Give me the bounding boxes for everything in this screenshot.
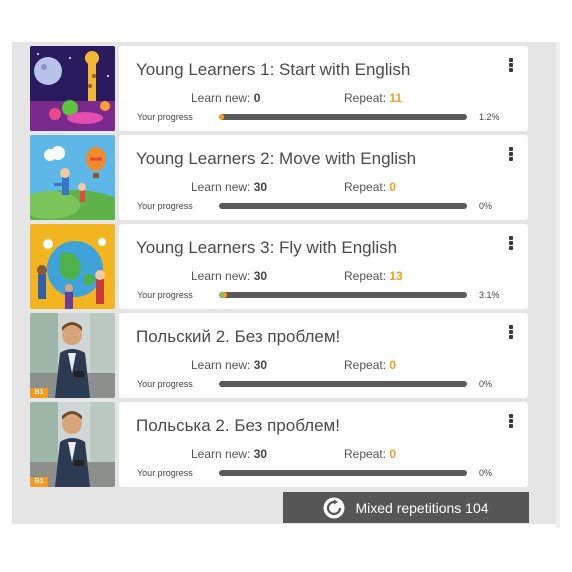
more-options-icon[interactable] — [507, 323, 515, 343]
progress-bar — [219, 292, 467, 298]
progress-fill — [219, 114, 224, 120]
more-options-icon[interactable] — [507, 56, 515, 76]
repeat-stat: Repeat: 0 — [344, 180, 397, 194]
repeat-stat: Repeat: 13 — [344, 269, 403, 283]
progress-bar — [219, 203, 467, 209]
learn-new-stat: Learn new: 30 — [191, 358, 268, 372]
course-item[interactable]: Young Learners 3: Fly with English Learn… — [28, 224, 528, 309]
course-card[interactable]: Польська 2. Без проблем! Learn new: 30 R… — [119, 402, 528, 487]
course-thumbnail[interactable] — [30, 46, 115, 131]
refresh-icon — [323, 497, 345, 519]
course-title[interactable]: Польська 2. Без проблем! — [136, 416, 340, 436]
progress-percent: 1.2% — [479, 112, 500, 122]
progress-label: Your progress — [137, 112, 193, 122]
level-badge: B1 — [30, 388, 48, 398]
progress-bar — [219, 381, 467, 387]
course-title[interactable]: Young Learners 3: Fly with English — [136, 238, 397, 258]
mixed-repetitions-button[interactable]: Mixed repetitions 104 — [283, 492, 529, 523]
progress-percent: 3.1% — [479, 290, 500, 300]
more-options-icon[interactable] — [507, 412, 515, 432]
course-card[interactable]: Young Learners 1: Start with English Lea… — [119, 46, 528, 131]
course-item[interactable]: B1 Польский 2. Без проблем! Learn new: 3… — [28, 313, 528, 398]
repeat-stat: Repeat: 0 — [344, 358, 397, 372]
progress-label: Your progress — [137, 290, 193, 300]
course-list: Young Learners 1: Start with English Lea… — [28, 46, 528, 491]
progress-percent: 0% — [479, 468, 493, 478]
level-badge: B1 — [30, 477, 48, 487]
progress-percent: 0% — [479, 379, 493, 389]
progress-bar — [219, 470, 467, 476]
learn-new-stat: Learn new: 30 — [191, 269, 268, 283]
course-item[interactable]: Young Learners 2: Move with English Lear… — [28, 135, 528, 220]
panel-shadow — [556, 42, 560, 528]
course-item[interactable]: B1 Польська 2. Без проблем! Learn new: 3… — [28, 402, 528, 487]
course-card[interactable]: Польский 2. Без проблем! Learn new: 30 R… — [119, 313, 528, 398]
course-thumbnail[interactable]: B1 — [30, 402, 115, 487]
course-thumbnail[interactable]: B1 — [30, 313, 115, 398]
course-card[interactable]: Young Learners 3: Fly with English Learn… — [119, 224, 528, 309]
course-title[interactable]: Польский 2. Без проблем! — [136, 327, 340, 347]
course-title[interactable]: Young Learners 2: Move with English — [136, 149, 416, 169]
progress-label: Your progress — [137, 379, 193, 389]
progress-label: Your progress — [137, 468, 193, 478]
repeat-stat: Repeat: 11 — [344, 91, 403, 105]
progress-bar — [219, 114, 467, 120]
course-card[interactable]: Young Learners 2: Move with English Lear… — [119, 135, 528, 220]
repeat-stat: Repeat: 0 — [344, 447, 397, 461]
more-options-icon[interactable] — [507, 145, 515, 165]
learn-new-stat: Learn new: 30 — [191, 180, 268, 194]
learn-new-stat: Learn new: 0 — [191, 91, 261, 105]
course-thumbnail[interactable] — [30, 135, 115, 220]
mixed-repetitions-label: Mixed repetitions 104 — [355, 499, 489, 516]
progress-fill — [219, 292, 227, 298]
course-title[interactable]: Young Learners 1: Start with English — [136, 60, 410, 80]
course-item[interactable]: Young Learners 1: Start with English Lea… — [28, 46, 528, 131]
progress-label: Your progress — [137, 201, 193, 211]
course-thumbnail[interactable] — [30, 224, 115, 309]
learn-new-stat: Learn new: 30 — [191, 447, 268, 461]
progress-percent: 0% — [479, 201, 493, 211]
more-options-icon[interactable] — [507, 234, 515, 254]
